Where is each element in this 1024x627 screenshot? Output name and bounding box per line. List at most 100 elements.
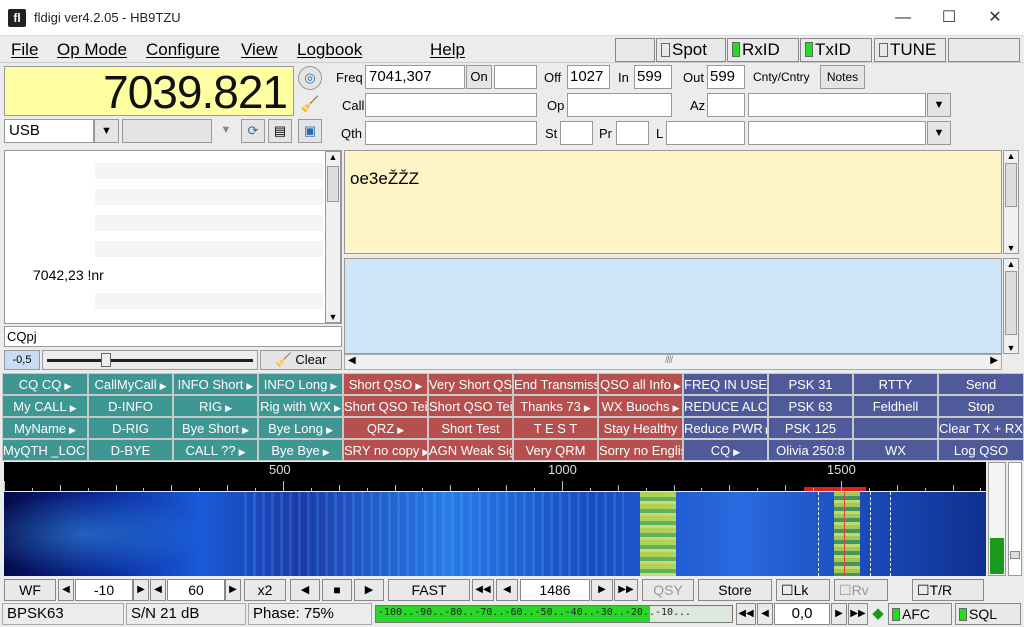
macro-button[interactable]: AGN Weak Signal <box>428 439 513 461</box>
macro-button[interactable]: Very Short QSO <box>428 373 513 395</box>
scroll-up-icon[interactable]: ▲ <box>326 152 340 162</box>
macro-button[interactable]: Very QRM <box>513 439 598 461</box>
bandwidth-select[interactable] <box>122 119 212 143</box>
macro-button[interactable]: PSK 31 <box>768 373 853 395</box>
save-icon[interactable]: ▣ <box>298 119 322 143</box>
macro-button[interactable]: WX Buochs ▶ <box>598 395 683 417</box>
scroll-down-icon[interactable]: ▼ <box>1004 343 1018 353</box>
reverse-toggle[interactable]: ☐Rv <box>834 579 888 601</box>
range-up-icon[interactable]: ▶ <box>225 579 241 601</box>
scroll-down-icon[interactable]: ▼ <box>326 312 340 322</box>
store-button[interactable]: Store <box>698 579 772 601</box>
ref-down-icon[interactable]: ◀ <box>58 579 74 601</box>
rst-out-field[interactable]: 599 <box>707 65 745 89</box>
close-button[interactable]: ✕ <box>972 0 1018 36</box>
locator-field[interactable] <box>666 121 745 145</box>
macro-button[interactable]: INFO Short ▶ <box>173 373 258 395</box>
chevron-down-icon[interactable]: ▼ <box>94 119 119 143</box>
carrier-field[interactable]: 1486 <box>520 579 590 601</box>
browser-filter-field[interactable]: CQpj <box>4 326 342 347</box>
clear-browser-button[interactable]: 🧹 Clear <box>260 350 342 370</box>
mode-select[interactable]: USB <box>4 119 94 143</box>
notes-field[interactable] <box>748 121 926 145</box>
macro-button[interactable]: FREQ IN USE▶ <box>683 373 768 395</box>
macro-button[interactable]: CQ CQ ▶ <box>2 373 88 395</box>
macro-button[interactable]: End Transmission <box>513 373 598 395</box>
macro-button[interactable]: Log QSO <box>938 439 1024 461</box>
chevron-down-icon[interactable]: ▼ <box>927 93 951 117</box>
txid-toggle[interactable]: TxID <box>800 38 872 62</box>
menu-op-mode[interactable]: Op Mode <box>57 39 127 61</box>
macro-button[interactable]: Clear TX + RX <box>938 417 1024 439</box>
macro-button[interactable]: Sorry no English <box>598 439 683 461</box>
scroll-thumb[interactable] <box>327 166 339 202</box>
step-left-icon[interactable]: ◀ <box>496 579 518 601</box>
afc-toggle[interactable]: AFC <box>888 603 952 625</box>
tr-toggle[interactable]: ☐T/R <box>912 579 984 601</box>
macro-button[interactable]: Short QSO Teil 1 <box>343 395 428 417</box>
ref-up-icon[interactable]: ▶ <box>133 579 149 601</box>
macro-button[interactable]: PSK 125 <box>768 417 853 439</box>
range-field[interactable]: 60 <box>167 579 225 601</box>
macro-button[interactable]: RTTY <box>853 373 938 395</box>
freq-field[interactable]: 7041,307 <box>365 65 465 89</box>
macro-button[interactable]: CALL ?? ▶ <box>173 439 258 461</box>
macro-button[interactable]: QRZ ▶ <box>343 417 428 439</box>
macro-button[interactable]: Rig with WX ▶ <box>258 395 343 417</box>
range-down-icon[interactable]: ◀ <box>150 579 166 601</box>
azimuth-field[interactable] <box>707 93 745 117</box>
menu-help[interactable]: Help <box>430 39 465 61</box>
on-time-field[interactable] <box>494 65 537 89</box>
macro-button[interactable]: Bye Short ▶ <box>173 417 258 439</box>
call-field[interactable] <box>365 93 537 117</box>
book-icon[interactable]: ▤ <box>268 119 292 143</box>
menu-logbook[interactable]: Logbook <box>297 39 362 61</box>
macro-button[interactable]: Thanks 73 ▶ <box>513 395 598 417</box>
macro-button[interactable]: REDUCE ALC▶ <box>683 395 768 417</box>
rx-scrollbar[interactable]: ▲ ▼ <box>1003 150 1019 254</box>
menu-view[interactable]: View <box>241 39 278 61</box>
splitter-grip-icon[interactable]: //// <box>665 355 673 366</box>
blank-toggle-2[interactable] <box>948 38 1020 62</box>
macro-button[interactable]: Olivia 250:8 <box>768 439 853 461</box>
fast-left-icon[interactable]: ◀◀ <box>472 579 494 601</box>
macro-button[interactable]: QSO all Info ▶ <box>598 373 683 395</box>
tx-scrollbar[interactable]: ▲ ▼ <box>1003 258 1019 354</box>
frequency-display[interactable]: 7039.821 <box>4 66 294 117</box>
macro-button[interactable]: WX <box>853 439 938 461</box>
macro-button[interactable]: D-INFO <box>88 395 173 417</box>
macro-button[interactable] <box>853 417 938 439</box>
rxid-toggle[interactable]: RxID <box>727 38 799 62</box>
tx-hscrollbar[interactable]: ◀ //// ▶ <box>344 354 1002 370</box>
macro-button[interactable]: Short QSO ▶ <box>343 373 428 395</box>
scroll-up-icon[interactable]: ▲ <box>1004 259 1018 269</box>
offset-fast-left-icon[interactable]: ◀◀ <box>736 603 756 625</box>
macro-button[interactable]: Bye Bye ▶ <box>258 439 343 461</box>
macro-button[interactable]: RIG ▶ <box>173 395 258 417</box>
tx-text-panel[interactable] <box>344 258 1002 354</box>
macro-button[interactable]: Reduce PWR▶ <box>683 417 768 439</box>
refresh-icon[interactable]: ⟳ <box>241 119 265 143</box>
waterfall-mode-button[interactable]: WF <box>4 579 56 601</box>
qth-field[interactable] <box>365 121 537 145</box>
fast-right-icon[interactable]: ▶▶ <box>614 579 638 601</box>
signal-browser[interactable]: 7042,23 !nr ▲ ▼ <box>4 150 342 324</box>
scroll-left-icon[interactable]: ◀ <box>348 355 356 366</box>
macro-button[interactable]: Stop <box>938 395 1024 417</box>
macro-button[interactable]: CallMyCall ▶ <box>88 373 173 395</box>
state-field[interactable] <box>560 121 593 145</box>
speed-button[interactable]: FAST <box>388 579 470 601</box>
on-button[interactable]: On <box>466 65 492 89</box>
chevron-down-icon[interactable]: ▼ <box>214 119 238 143</box>
macro-button[interactable]: Send <box>938 373 1024 395</box>
operator-field[interactable] <box>567 93 672 117</box>
step-right-icon[interactable]: ▶ <box>591 579 613 601</box>
macro-button[interactable]: Bye Long ▶ <box>258 417 343 439</box>
rst-in-field[interactable]: 599 <box>634 65 672 89</box>
offset-field[interactable]: 0,0 <box>774 603 830 625</box>
blank-toggle[interactable] <box>615 38 655 62</box>
browser-entry[interactable]: 7042,23 !nr <box>33 267 104 283</box>
macro-button[interactable]: CQ ▶ <box>683 439 768 461</box>
scroll-down-icon[interactable]: ▼ <box>1004 243 1018 253</box>
offset-fast-right-icon[interactable]: ▶▶ <box>848 603 868 625</box>
